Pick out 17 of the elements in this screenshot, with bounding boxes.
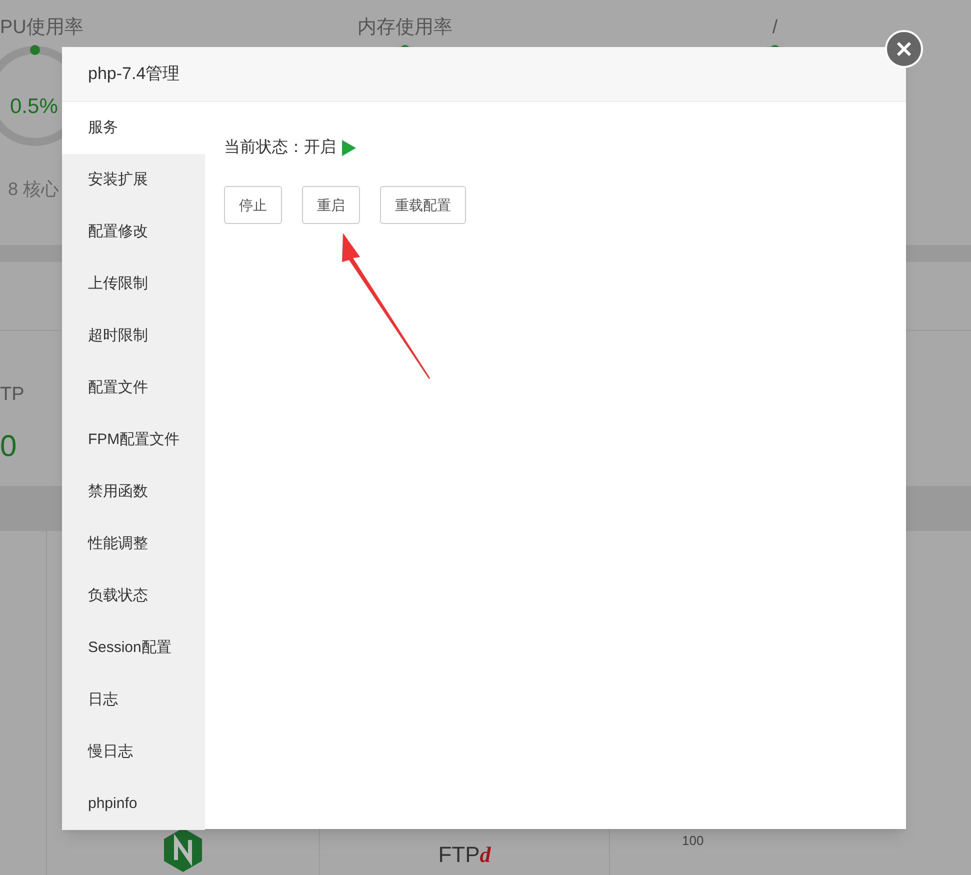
cpu-title: PU使用率 <box>0 16 84 40</box>
sidebar-item[interactable]: 服务 <box>62 102 205 154</box>
chart-axis-label: 100 <box>682 832 705 850</box>
cpu-usage: 0.5% <box>10 94 58 120</box>
action-button[interactable]: 重启 <box>302 186 360 224</box>
status-text: 当前状态：开启 <box>224 138 336 158</box>
ftp-count: 0 <box>0 428 17 464</box>
action-button[interactable]: 重载配置 <box>380 186 466 224</box>
disk-title: / <box>772 16 778 40</box>
action-button[interactable]: 停止 <box>224 186 282 224</box>
memory-title: 内存使用率 <box>358 16 452 40</box>
close-icon <box>896 41 912 57</box>
dialog-title: php-7.4管理 <box>88 63 180 86</box>
ftp-logo: FTPd <box>438 841 491 869</box>
hexagon-logo <box>162 827 204 873</box>
cpu-cores: 8 核心 <box>8 178 60 201</box>
ftp-title: TP <box>0 383 24 407</box>
